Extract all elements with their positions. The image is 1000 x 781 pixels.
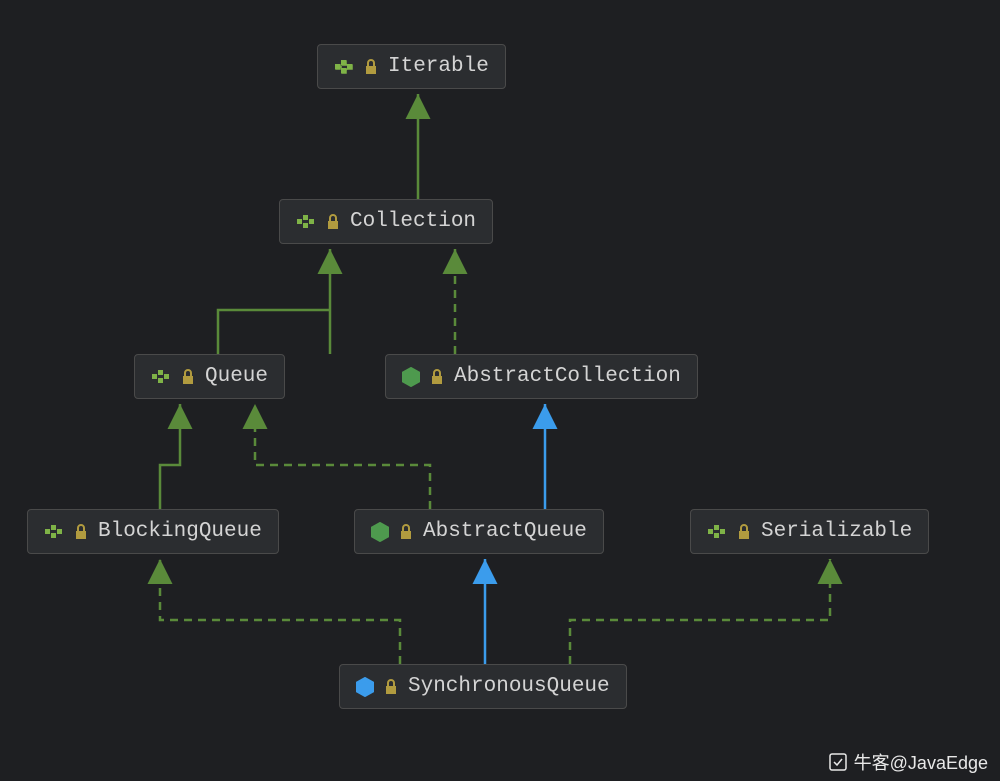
watermark-text: 牛客@JavaEdge	[854, 749, 988, 775]
interface-icon	[296, 214, 316, 230]
node-label: Collection	[350, 210, 476, 233]
lock-icon	[430, 369, 444, 385]
node-label: Queue	[205, 365, 268, 388]
node-queue[interactable]: Queue	[134, 354, 285, 399]
lock-icon	[74, 524, 88, 540]
class-icon	[356, 677, 374, 697]
interface-icon	[44, 524, 64, 540]
node-abstractqueue[interactable]: AbstractQueue	[354, 509, 604, 554]
node-label: SynchronousQueue	[408, 675, 610, 698]
lock-icon	[326, 214, 340, 230]
lock-icon	[384, 679, 398, 695]
interface-icon	[151, 369, 171, 385]
node-label: Serializable	[761, 520, 912, 543]
node-blockingqueue[interactable]: BlockingQueue	[27, 509, 279, 554]
node-serializable[interactable]: Serializable	[690, 509, 929, 554]
node-label: AbstractCollection	[454, 365, 681, 388]
node-label: BlockingQueue	[98, 520, 262, 543]
class-icon	[402, 367, 420, 387]
interface-icon	[707, 524, 727, 540]
watermark: 牛客@JavaEdge	[828, 749, 988, 775]
lock-icon	[737, 524, 751, 540]
node-label: AbstractQueue	[423, 520, 587, 543]
node-abstractcollection[interactable]: AbstractCollection	[385, 354, 698, 399]
lock-icon	[399, 524, 413, 540]
watermark-icon	[828, 752, 848, 772]
node-label: Iterable	[388, 55, 489, 78]
interface-icon	[334, 59, 354, 75]
lock-icon	[181, 369, 195, 385]
node-synchronousqueue[interactable]: SynchronousQueue	[339, 664, 627, 709]
node-collection[interactable]: Collection	[279, 199, 493, 244]
lock-icon	[364, 59, 378, 75]
class-icon	[371, 522, 389, 542]
node-iterable[interactable]: Iterable	[317, 44, 506, 89]
